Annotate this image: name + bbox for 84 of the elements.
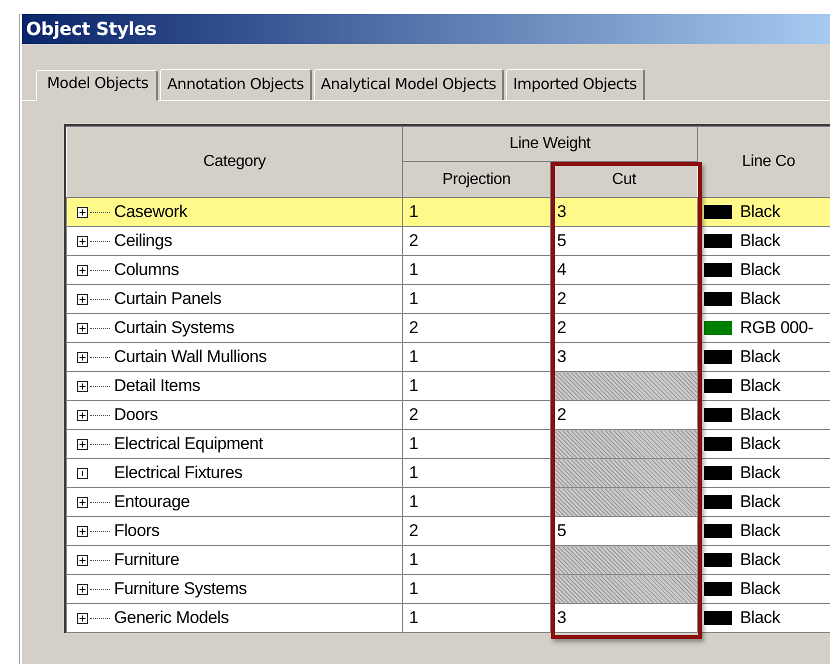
table-cell: 1 <box>402 372 550 400</box>
color-name: Black <box>740 347 780 367</box>
category-name: Casework <box>114 202 188 222</box>
table-row[interactable]: Curtain Systems 2 2 RGB 000- <box>66 314 830 342</box>
category-name: Detail Items <box>114 376 200 396</box>
color-name: Black <box>740 550 780 570</box>
expand-icon[interactable] <box>77 526 88 536</box>
tree-node-icon[interactable] <box>77 468 88 478</box>
color-name: Black <box>740 260 780 280</box>
tab[interactable]: Analytical Model Objects <box>314 69 504 100</box>
table-cell: 1 <box>402 256 550 284</box>
category-name: Curtain Panels <box>114 289 222 309</box>
column-header: Projection <box>402 162 550 198</box>
color-name: Black <box>740 608 780 628</box>
category-name: Ceilings <box>114 231 172 251</box>
table-row[interactable]: Detail Items 1 Black <box>66 372 830 400</box>
column-group-header: Line Weight <box>402 126 698 162</box>
table-row[interactable]: Generic Models 1 3 Black <box>66 604 830 632</box>
expand-icon[interactable] <box>77 496 88 508</box>
category-name: Curtain Wall Mullions <box>114 347 267 367</box>
expand-icon[interactable] <box>77 236 88 246</box>
table-row[interactable]: Curtain Wall Mullions 1 3 Black <box>66 342 830 372</box>
table-cell: 1 <box>402 546 550 574</box>
table-cell: 2 <box>402 226 550 256</box>
expand-icon[interactable] <box>77 264 88 276</box>
color-name: Black <box>740 463 780 483</box>
table-cell: 2 <box>402 516 550 546</box>
category-name: Electrical Equipment <box>114 434 263 454</box>
category-name: Columns <box>114 260 179 280</box>
table-row[interactable]: Doors 2 2 Black <box>66 400 830 430</box>
expand-icon[interactable] <box>77 294 88 304</box>
color-name: Black <box>740 579 780 599</box>
table-row[interactable]: Entourage 1 Black <box>66 488 830 516</box>
table-cell: 2 <box>402 314 550 342</box>
tab[interactable]: Imported Objects <box>506 69 645 100</box>
table-cell: 1 <box>402 488 550 516</box>
category-name: Doors <box>114 405 158 425</box>
table-cell: 1 <box>402 604 550 632</box>
table-row[interactable]: Columns 1 4 Black <box>66 256 830 284</box>
category-name: Entourage <box>114 492 190 512</box>
color-name: Black <box>740 405 780 425</box>
color-name: Black <box>740 521 780 541</box>
category-name: Curtain Systems <box>114 318 234 338</box>
expand-icon[interactable] <box>77 322 88 334</box>
expand-icon[interactable] <box>77 554 88 566</box>
category-name: Electrical Fixtures <box>114 463 242 483</box>
color-name: Black <box>740 376 780 396</box>
expand-icon[interactable] <box>77 380 88 392</box>
category-name: Floors <box>114 521 160 541</box>
color-name: Black <box>740 492 780 512</box>
expand-icon[interactable] <box>77 584 88 594</box>
color-name: RGB 000- <box>740 318 814 338</box>
table-row[interactable]: Curtain Panels 1 2 Black <box>66 284 830 314</box>
table-cell: 1 <box>402 430 550 458</box>
expand-icon[interactable] <box>77 612 88 624</box>
expand-icon[interactable] <box>77 438 88 450</box>
category-name: Furniture Systems <box>114 579 247 599</box>
window-title: Object Styles <box>22 14 830 44</box>
category-name: Generic Models <box>114 608 229 628</box>
color-name: Black <box>740 434 780 454</box>
color-name: Black <box>740 289 780 309</box>
table-cell: 1 <box>402 198 550 226</box>
color-name: Black <box>740 202 780 222</box>
table-cell: 1 <box>402 342 550 372</box>
table-cell: 1 <box>402 284 550 314</box>
expand-icon[interactable] <box>77 206 88 218</box>
table-row[interactable]: Electrical Fixtures 1 Black <box>66 458 830 488</box>
table-row[interactable]: Floors 2 5 Black <box>66 516 830 546</box>
table-cell: 1 <box>402 458 550 488</box>
table-cell: 1 <box>402 574 550 604</box>
table-row[interactable]: Furniture 1 Black <box>66 546 830 574</box>
column-header: Category <box>66 126 402 198</box>
category-name: Furniture <box>114 550 180 570</box>
column-header: Line Co <box>698 126 830 198</box>
table-row[interactable]: Electrical Equipment 1 Black <box>66 430 830 458</box>
table-cell: 2 <box>402 400 550 430</box>
expand-icon[interactable] <box>77 410 88 420</box>
table-row[interactable]: Furniture Systems 1 Black <box>66 574 830 604</box>
expand-icon[interactable] <box>77 352 88 362</box>
tab[interactable]: Annotation Objects <box>160 69 312 100</box>
table-row[interactable]: Ceilings 2 5 Black <box>66 226 830 256</box>
tab[interactable]: Model Objects <box>36 70 158 101</box>
color-name: Black <box>740 231 780 251</box>
table-row[interactable]: Casework 1 3 Black <box>66 198 830 226</box>
